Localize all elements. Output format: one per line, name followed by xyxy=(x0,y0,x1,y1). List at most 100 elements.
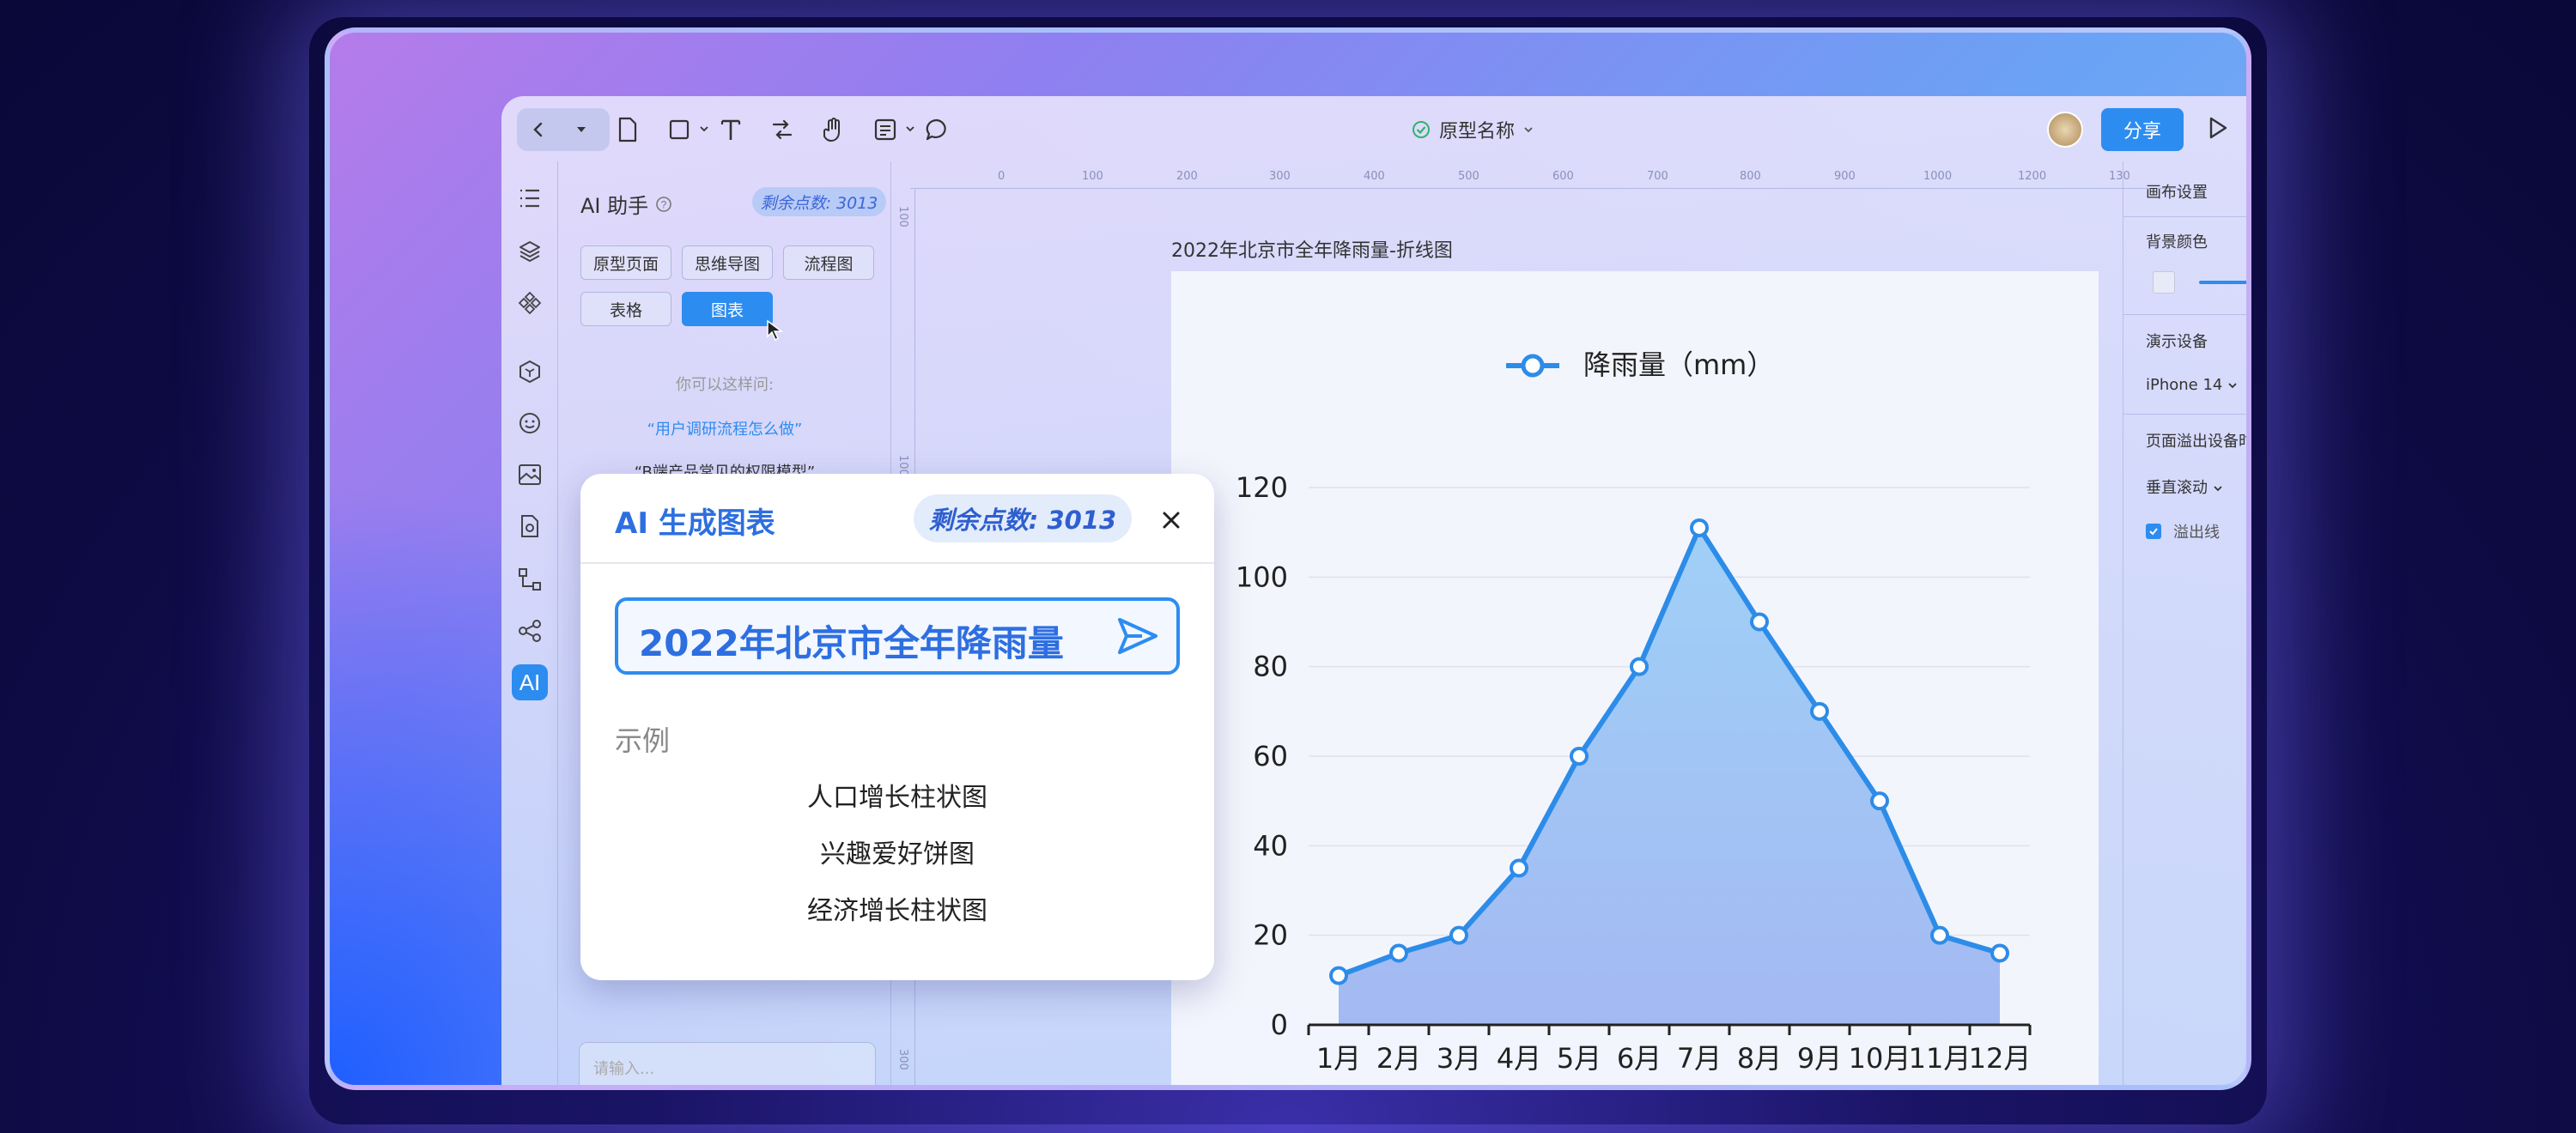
x-tick-label: 3月 xyxy=(1437,1042,1481,1075)
rail-components-button[interactable] xyxy=(512,285,548,321)
close-button[interactable] xyxy=(1156,505,1187,536)
ruler-tick: 200 xyxy=(1176,170,1198,183)
example-item[interactable]: 人口增长柱状图 xyxy=(580,776,1214,814)
ruler-tick: 1200 xyxy=(2018,170,2047,183)
chevron-down-icon xyxy=(2214,486,2222,492)
chevron-down-icon[interactable] xyxy=(699,124,709,133)
chevron-down-icon xyxy=(2228,383,2237,389)
connector-tool-button[interactable] xyxy=(768,115,797,144)
document-title-text: 原型名称 xyxy=(1439,121,1516,142)
ruler-tick: 0 xyxy=(998,170,1005,183)
data-point xyxy=(1570,747,1589,766)
document-title[interactable]: 原型名称 xyxy=(1412,115,1534,144)
ruler-top: 0 100 200 300 400 500 600 700 800 900 10… xyxy=(910,161,2191,189)
comment-tool-button[interactable] xyxy=(922,115,951,144)
rail-masters-button[interactable] xyxy=(512,354,548,390)
ai-tab-chart[interactable]: 图表 xyxy=(682,292,773,326)
ai-chart-dialog: AI 生成图表 剩余点数: 3013 2022年北京市全年降雨量 示例 人口增长… xyxy=(580,474,1214,980)
hand-tool-button[interactable] xyxy=(819,115,848,144)
x-tick-label: 9月 xyxy=(1797,1042,1842,1075)
preview-button[interactable] xyxy=(2206,115,2230,144)
ai-tab-flowchart[interactable]: 流程图 xyxy=(783,245,874,280)
ruler-tick: 600 xyxy=(1552,170,1574,183)
x-tick-label: 11月 xyxy=(1909,1042,1971,1075)
flow-icon xyxy=(519,568,541,591)
divider xyxy=(2123,314,2246,315)
ruler-tick: 100 xyxy=(896,206,909,227)
example-item[interactable]: 兴趣爱好饼图 xyxy=(580,833,1214,870)
data-point xyxy=(1510,858,1528,878)
ruler-tick: 300 xyxy=(1269,170,1291,183)
divider xyxy=(2123,414,2246,415)
play-icon xyxy=(2209,117,2227,139)
data-point xyxy=(1870,791,1889,811)
rail-ai-button[interactable]: AI xyxy=(512,664,548,700)
settings-panel: 画布设置 背景颜色 演示设备 iPhone 14 页面溢出设备时 垂直滚动 溢出… xyxy=(2123,161,2251,1085)
text-tool-button[interactable] xyxy=(716,115,745,144)
bg-color-swatch[interactable] xyxy=(2153,271,2175,294)
ai-credit-badge: 剩余点数: 3013 xyxy=(752,187,886,216)
device-select[interactable]: iPhone 14 xyxy=(2146,376,2238,394)
data-point xyxy=(1990,943,2009,963)
ai-tab-mindmap[interactable]: 思维导图 xyxy=(682,245,773,280)
y-tick-label: 80 xyxy=(1253,651,1288,683)
chart-card[interactable]: 降雨量（mm） 0 20 40 60 80 100 120 1月 2月 3月 4月 5月 6月 7月 8月… xyxy=(1171,271,2099,1085)
rail-mindmap-button[interactable] xyxy=(512,613,548,649)
x-tick-label: 8月 xyxy=(1737,1042,1782,1075)
ai-tab-table[interactable]: 表格 xyxy=(580,292,671,326)
avatar[interactable] xyxy=(2047,112,2083,148)
ai-suggestion-link[interactable]: “用户调研流程怎么做” xyxy=(558,417,891,439)
canvas-settings-heading: 画布设置 xyxy=(2146,184,2208,202)
rail-layers-button[interactable] xyxy=(512,233,548,270)
example-item[interactable]: 经济增长柱状图 xyxy=(580,889,1214,927)
component-tool-button[interactable] xyxy=(871,115,900,144)
y-tick-label: 120 xyxy=(1236,471,1288,504)
rail-images-button[interactable] xyxy=(512,457,548,493)
chevron-down-icon[interactable] xyxy=(905,124,915,133)
components-icon xyxy=(518,291,542,315)
check-circle-icon xyxy=(1413,121,1430,138)
send-icon xyxy=(1118,618,1157,654)
ai-prompt-input[interactable]: 请输入... xyxy=(579,1042,876,1085)
share-button[interactable]: 分享 xyxy=(2101,108,2184,151)
comment-icon xyxy=(926,118,946,141)
legend-marker xyxy=(1521,354,1545,378)
nav-group xyxy=(517,108,610,151)
y-tick-label: 100 xyxy=(1236,560,1288,593)
send-button[interactable] xyxy=(1116,615,1159,661)
rail-flow-button[interactable] xyxy=(512,561,548,597)
bg-opacity-slider[interactable] xyxy=(2199,281,2246,284)
rail-plugin-button[interactable] xyxy=(512,508,548,544)
ai-tab-prototype[interactable]: 原型页面 xyxy=(580,245,671,280)
scroll-select[interactable]: 垂直滚动 xyxy=(2146,476,2223,498)
data-point xyxy=(1750,612,1769,632)
overflow-label: 页面溢出设备时 xyxy=(2146,433,2251,451)
help-icon[interactable]: ? xyxy=(655,196,672,213)
legend-label: 降雨量（mm） xyxy=(1583,348,1774,381)
square-icon xyxy=(669,119,690,140)
y-tick-label: 40 xyxy=(1253,829,1288,862)
caret-down-icon xyxy=(577,127,586,132)
device-label: 演示设备 xyxy=(2146,333,2208,351)
hand-icon xyxy=(823,118,840,142)
page-tool-button[interactable] xyxy=(613,115,642,144)
ruler-tick: 500 xyxy=(1458,170,1479,183)
divider xyxy=(2123,216,2246,217)
back-button[interactable] xyxy=(517,108,560,151)
image-icon xyxy=(519,464,541,485)
close-icon xyxy=(1163,512,1180,529)
toolbar: 原型名称 分享 xyxy=(501,96,2246,161)
y-tick-label: 20 xyxy=(1253,919,1288,952)
dialog-prompt-input[interactable]: 2022年北京市全年降雨量 xyxy=(615,597,1180,675)
rail-emoji-button[interactable] xyxy=(512,405,548,441)
share-nodes-icon xyxy=(519,620,541,642)
ai-panel-title: AI 助手 ? xyxy=(580,189,672,219)
overflow-line-checkbox[interactable] xyxy=(2146,524,2161,539)
chart-caption: 2022年北京市全年降雨量-折线图 xyxy=(1171,240,1453,262)
layers-icon xyxy=(519,241,540,263)
nav-dropdown-button[interactable] xyxy=(560,108,603,151)
rail-outline-button[interactable] xyxy=(512,180,548,216)
x-tick-label: 2月 xyxy=(1376,1042,1421,1075)
bg-color-label: 背景颜色 xyxy=(2146,233,2208,251)
shape-tool-button[interactable] xyxy=(665,115,694,144)
